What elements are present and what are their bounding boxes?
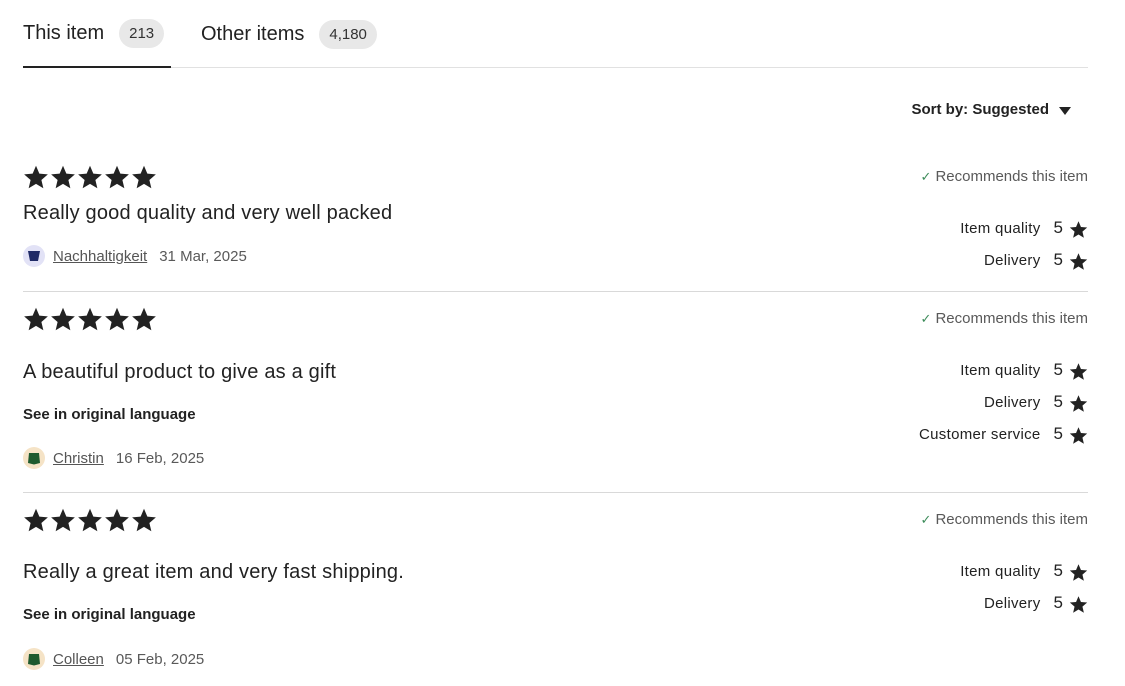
recommends-label: Recommends this item <box>935 310 1088 327</box>
recommends-label: Recommends this item <box>935 511 1088 528</box>
star-icon <box>1069 595 1088 614</box>
avatar-image <box>28 452 40 464</box>
review-text: Really good quality and very well packed <box>23 202 393 224</box>
star-icon <box>1069 362 1088 381</box>
rating-item-quality: Item quality 5 <box>960 212 1088 244</box>
rating-value: 5 <box>1053 360 1063 379</box>
rating-delivery: Delivery 5 <box>919 386 1088 418</box>
review-count-badge: 213 <box>119 18 165 48</box>
reviews-section: This item 213 Other items 4,180 Sort by:… <box>23 0 1088 686</box>
review-item: A beautiful product to give as a gift Se… <box>23 292 1088 493</box>
rating-label: Delivery <box>983 594 1041 612</box>
avatar[interactable] <box>23 447 45 469</box>
sort-label: Sort by: Suggested <box>911 100 1049 118</box>
star-icon <box>1069 563 1088 582</box>
tab-other-items[interactable]: Other items 4,180 <box>201 0 391 68</box>
sub-ratings: Item quality 5 Delivery 5 <box>960 212 1088 276</box>
review-text: A beautiful product to give as a gift <box>23 361 337 383</box>
review-text: Really a great item and very fast shippi… <box>23 561 405 583</box>
star-icon <box>104 306 130 332</box>
recommends-badge: ✓ Recommends this item <box>921 168 1088 185</box>
see-original-language-link[interactable]: See in original language <box>23 406 196 423</box>
rating-delivery: Delivery 5 <box>960 587 1088 619</box>
review-item: Really good quality and very well packed… <box>23 150 1088 292</box>
rating-value: 5 <box>1053 561 1063 580</box>
star-icon <box>104 164 130 190</box>
star-rating <box>23 507 158 533</box>
tab-label: This item <box>23 21 105 44</box>
sub-ratings: Item quality 5 Delivery 5 Customer servi… <box>919 354 1088 450</box>
star-icon <box>23 507 49 533</box>
author-name-link[interactable]: Colleen <box>53 651 104 668</box>
rating-value: 5 <box>1053 250 1063 269</box>
star-icon <box>131 507 157 533</box>
author-name-link[interactable]: Nachhaltigkeit <box>53 248 147 265</box>
review-count-badge: 4,180 <box>319 19 377 49</box>
sort-dropdown[interactable]: Sort by: Suggested <box>911 97 1071 121</box>
rating-label: Item quality <box>960 219 1041 237</box>
star-icon <box>1069 220 1088 239</box>
tab-this-item[interactable]: This item 213 <box>23 0 171 68</box>
review-date: 05 Feb, 2025 <box>115 650 205 668</box>
rating-label: Item quality <box>960 361 1041 379</box>
review-tabs: This item 213 Other items 4,180 <box>23 0 1088 68</box>
rating-item-quality: Item quality 5 <box>960 555 1088 587</box>
star-icon <box>1069 394 1088 413</box>
rating-label: Delivery <box>983 251 1041 269</box>
rating-value: 5 <box>1053 593 1063 612</box>
review-item: Really a great item and very fast shippi… <box>23 493 1088 683</box>
recommends-label: Recommends this item <box>935 168 1088 185</box>
check-icon: ✓ <box>920 168 932 184</box>
see-original-language-link[interactable]: See in original language <box>23 606 196 623</box>
review-date: 16 Feb, 2025 <box>115 449 205 467</box>
avatar-image <box>28 653 40 665</box>
check-icon: ✓ <box>920 511 932 527</box>
avatar[interactable] <box>23 648 45 670</box>
caret-down-icon <box>1059 106 1071 115</box>
rating-label: Customer service <box>919 425 1041 443</box>
sub-ratings: Item quality 5 Delivery 5 <box>960 555 1088 619</box>
star-icon <box>50 507 76 533</box>
star-icon <box>104 507 130 533</box>
star-icon <box>1069 252 1088 271</box>
review-author: Christin 16 Feb, 2025 <box>23 447 204 469</box>
rating-delivery: Delivery 5 <box>960 244 1088 276</box>
star-icon <box>131 306 157 332</box>
recommends-badge: ✓ Recommends this item <box>921 310 1088 327</box>
star-icon <box>77 164 103 190</box>
rating-value: 5 <box>1053 218 1063 237</box>
tab-label: Other items <box>201 22 305 45</box>
recommends-badge: ✓ Recommends this item <box>921 511 1088 528</box>
star-icon <box>50 306 76 332</box>
star-icon <box>77 306 103 332</box>
star-rating <box>23 306 158 332</box>
star-icon <box>77 507 103 533</box>
star-icon <box>23 306 49 332</box>
review-author: Nachhaltigkeit 31 Mar, 2025 <box>23 245 247 267</box>
star-icon <box>50 164 76 190</box>
rating-label: Delivery <box>983 393 1041 411</box>
star-rating <box>23 164 158 190</box>
review-date: 31 Mar, 2025 <box>159 247 247 265</box>
author-name-link[interactable]: Christin <box>53 450 104 467</box>
star-icon <box>1069 426 1088 445</box>
avatar[interactable] <box>23 245 45 267</box>
review-author: Colleen 05 Feb, 2025 <box>23 648 204 670</box>
rating-customer-service: Customer service 5 <box>919 418 1088 450</box>
rating-item-quality: Item quality 5 <box>919 354 1088 386</box>
check-icon: ✓ <box>920 310 932 326</box>
rating-value: 5 <box>1053 392 1063 411</box>
rating-value: 5 <box>1053 424 1063 443</box>
rating-label: Item quality <box>960 562 1041 580</box>
star-icon <box>131 164 157 190</box>
avatar-image <box>28 251 40 261</box>
star-icon <box>23 164 49 190</box>
